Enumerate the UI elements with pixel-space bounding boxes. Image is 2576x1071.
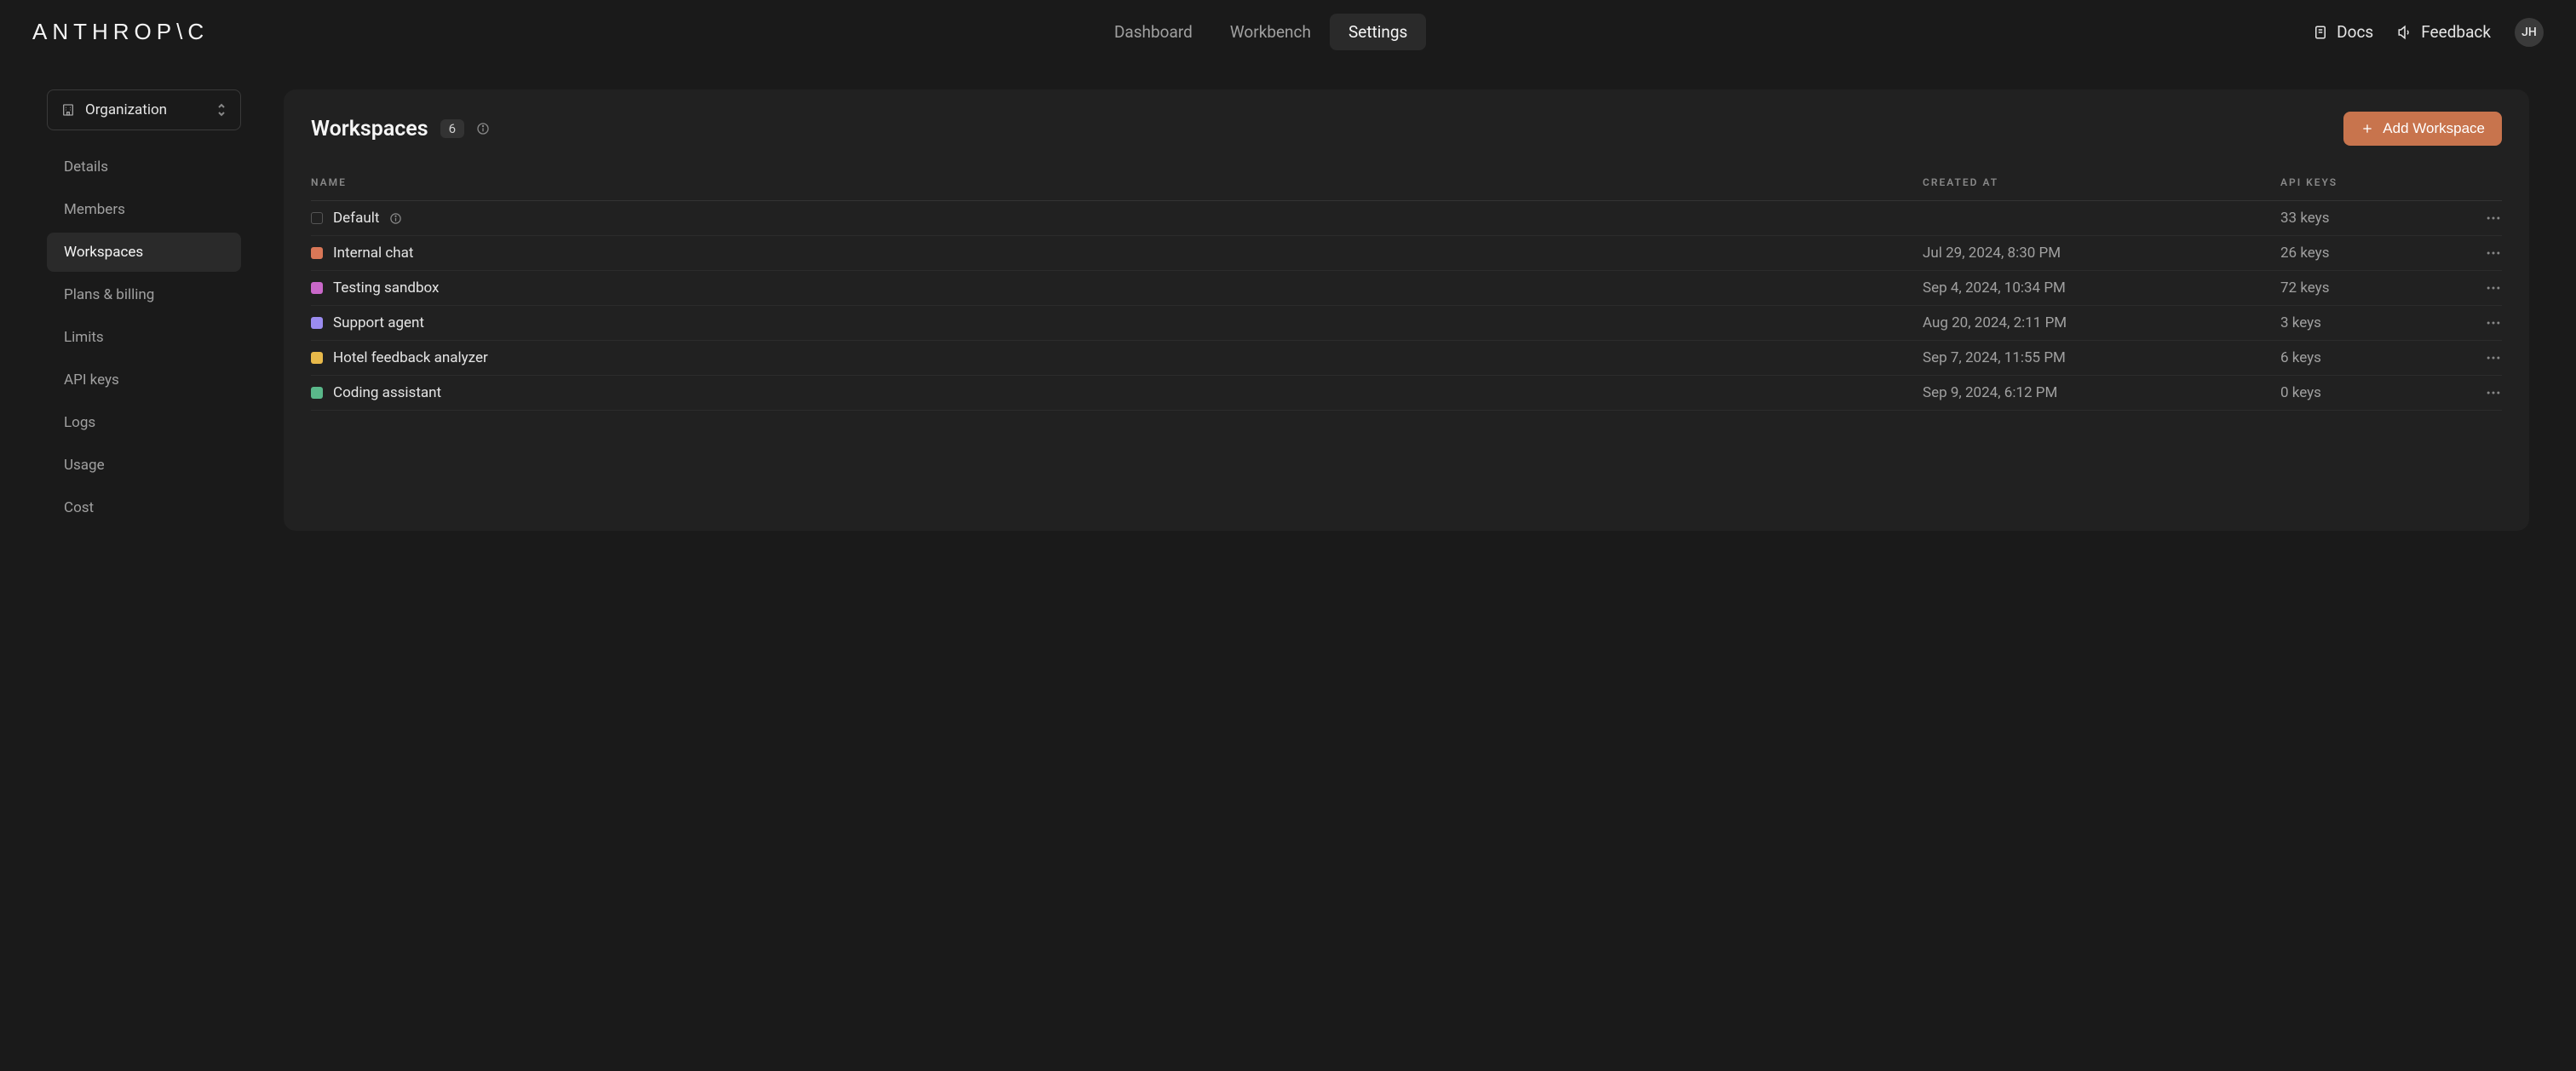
workspace-name: Hotel feedback analyzer — [333, 349, 488, 366]
workspace-color-dot — [311, 352, 323, 364]
col-created-at: CREATED AT — [1923, 176, 2280, 188]
updown-icon — [216, 103, 227, 117]
nav-dashboard[interactable]: Dashboard — [1095, 14, 1211, 50]
workspace-created-at: Aug 20, 2024, 2:11 PM — [1923, 314, 2280, 331]
docs-icon — [2313, 25, 2328, 40]
row-actions-button[interactable] — [2451, 279, 2502, 297]
table-row[interactable]: Testing sandbox Sep 4, 2024, 10:34 PM72 k… — [311, 271, 2502, 306]
workspace-api-keys: 26 keys — [2280, 245, 2451, 262]
workspace-name: Internal chat — [333, 245, 413, 262]
row-actions-button[interactable] — [2451, 210, 2502, 227]
sidebar-item-api-keys[interactable]: API keys — [47, 360, 241, 400]
feedback-icon — [2397, 25, 2412, 40]
row-actions-button[interactable] — [2451, 245, 2502, 262]
docs-label: Docs — [2337, 22, 2373, 42]
sidebar-item-limits[interactable]: Limits — [47, 318, 241, 357]
row-actions-button[interactable] — [2451, 314, 2502, 331]
workspace-name: Testing sandbox — [333, 279, 439, 297]
add-workspace-label: Add Workspace — [2383, 120, 2485, 137]
brand-logo: ANTHROP\C — [32, 19, 209, 45]
workspace-api-keys: 3 keys — [2280, 314, 2451, 331]
org-selector[interactable]: Organization — [47, 89, 241, 130]
col-name: NAME — [311, 176, 1923, 188]
row-actions-button[interactable] — [2451, 349, 2502, 366]
table-row[interactable]: Hotel feedback analyzer Sep 7, 2024, 11:5… — [311, 341, 2502, 376]
workspaces-panel: Workspaces 6 Add Workspace — [284, 89, 2529, 531]
sidebar-item-workspaces[interactable]: Workspaces — [47, 233, 241, 272]
workspace-color-dot — [311, 282, 323, 294]
workspace-created-at: Sep 7, 2024, 11:55 PM — [1923, 349, 2280, 366]
workspace-name: Default — [333, 210, 379, 227]
building-icon — [61, 103, 75, 117]
workspace-name: Coding assistant — [333, 384, 441, 401]
page-title: Workspaces — [311, 117, 428, 141]
nav-workbench[interactable]: Workbench — [1211, 14, 1330, 50]
sidebar-item-plans-billing[interactable]: Plans & billing — [47, 275, 241, 314]
sidebar-item-cost[interactable]: Cost — [47, 488, 241, 527]
feedback-link[interactable]: Feedback — [2397, 22, 2491, 42]
workspace-api-keys: 33 keys — [2280, 210, 2451, 227]
sidebar-item-usage[interactable]: Usage — [47, 446, 241, 485]
workspace-name: Support agent — [333, 314, 424, 331]
table-row[interactable]: Support agent Aug 20, 2024, 2:11 PM3 keys — [311, 306, 2502, 341]
table-row[interactable]: Coding assistant Sep 9, 2024, 6:12 PM0 ke… — [311, 376, 2502, 411]
info-icon[interactable] — [389, 212, 402, 225]
sidebar-item-members[interactable]: Members — [47, 190, 241, 229]
col-api-keys: API KEYS — [2280, 176, 2451, 188]
org-selector-label: Organization — [85, 101, 206, 118]
workspace-count-badge: 6 — [440, 119, 464, 138]
workspace-api-keys: 72 keys — [2280, 279, 2451, 297]
workspace-created-at: Sep 4, 2024, 10:34 PM — [1923, 279, 2280, 297]
sidebar-item-logs[interactable]: Logs — [47, 403, 241, 442]
row-actions-button[interactable] — [2451, 384, 2502, 401]
table-row[interactable]: Default 33 keys — [311, 201, 2502, 236]
workspace-created-at: Jul 29, 2024, 8:30 PM — [1923, 245, 2280, 262]
workspace-color-dot — [311, 212, 323, 224]
workspace-color-dot — [311, 247, 323, 259]
sidebar-item-details[interactable]: Details — [47, 147, 241, 187]
workspace-created-at: Sep 9, 2024, 6:12 PM — [1923, 384, 2280, 401]
workspace-color-dot — [311, 387, 323, 399]
add-workspace-button[interactable]: Add Workspace — [2343, 112, 2502, 146]
plus-icon — [2360, 122, 2374, 135]
feedback-label: Feedback — [2421, 22, 2491, 42]
nav-settings[interactable]: Settings — [1330, 14, 1426, 50]
workspace-api-keys: 0 keys — [2280, 384, 2451, 401]
info-icon[interactable] — [476, 122, 490, 135]
table-row[interactable]: Internal chat Jul 29, 2024, 8:30 PM26 key… — [311, 236, 2502, 271]
workspace-api-keys: 6 keys — [2280, 349, 2451, 366]
workspace-color-dot — [311, 317, 323, 329]
avatar[interactable]: JH — [2515, 18, 2544, 47]
docs-link[interactable]: Docs — [2313, 22, 2373, 42]
